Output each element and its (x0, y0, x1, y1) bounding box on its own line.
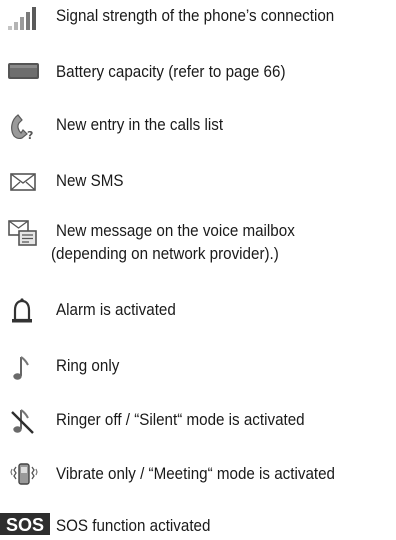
ring-note-icon (6, 352, 42, 382)
legend-text-continued: (depending on network provider).) (51, 245, 279, 263)
ringer-off-icon (6, 406, 42, 436)
svg-text:?: ? (27, 129, 33, 142)
voicemail-icon (6, 218, 42, 248)
legend-text: Battery capacity (refer to page 66) (56, 63, 286, 81)
legend-text: Alarm is activated (56, 301, 176, 319)
signal-strength-icon (6, 2, 42, 32)
vibrate-icon (6, 459, 42, 489)
sos-icon: SOS (0, 512, 50, 536)
legend-text: New entry in the calls list (56, 116, 224, 134)
legend-text: New message on the voice mailbox (56, 222, 295, 240)
sos-badge-text: SOS (6, 515, 44, 535)
battery-icon (6, 56, 42, 86)
envelope-icon (6, 166, 42, 196)
missed-call-icon: ? (6, 110, 42, 142)
alarm-bell-icon (6, 296, 42, 326)
legend-text: Signal strength of the phone’s connectio… (56, 7, 335, 25)
legend-text: SOS function activated (56, 517, 211, 535)
legend-text: New SMS (56, 172, 124, 190)
legend-text: Ring only (56, 357, 120, 375)
legend-text: Vibrate only / “Meeting“ mode is activat… (56, 465, 336, 483)
legend-text: Ringer off / “Silent“ mode is activated (56, 411, 305, 429)
